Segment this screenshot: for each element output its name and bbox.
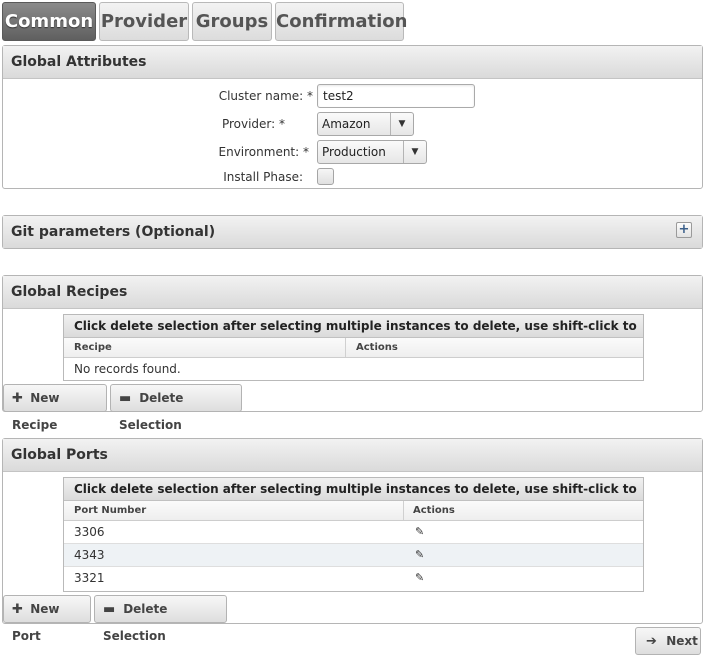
provider-select-value: Amazon [322, 117, 371, 131]
column-header-actions: Actions [356, 342, 398, 353]
next-label: Next [666, 634, 698, 648]
column-header-port-number[interactable]: Port Number [74, 501, 146, 520]
git-parameters-panel[interactable]: Git parameters (Optional) [2, 215, 703, 249]
tab-common[interactable]: Common [2, 2, 96, 41]
plus-icon: ✚ [12, 391, 23, 406]
environment-select[interactable]: Production ▼ [317, 140, 427, 164]
git-parameters-title: Git parameters (Optional) [3, 216, 702, 248]
install-phase-checkbox[interactable] [317, 168, 334, 185]
tab-confirmation[interactable]: Confirmation [275, 2, 407, 41]
port-number-cell: 3306 [74, 525, 105, 539]
pencil-icon[interactable]: ✎ [415, 544, 424, 566]
new-port-button[interactable]: ✚ New Port [3, 595, 91, 643]
chevron-down-icon: ▼ [390, 113, 413, 135]
empty-message: No records found. [74, 362, 181, 376]
environment-label: Environment: * [218, 145, 309, 159]
recipes-grid-header: Recipe Actions [64, 338, 643, 358]
delete-recipe-selection-button[interactable]: ▬ Delete Selection [110, 384, 242, 432]
port-number-cell: 4343 [74, 548, 105, 562]
global-recipes-title: Global Recipes [3, 276, 702, 309]
expand-plus-icon[interactable]: + [676, 222, 692, 238]
recipes-empty-row: No records found. [64, 358, 643, 381]
tab-provider[interactable]: Provider [99, 2, 189, 41]
recipes-grid: Click delete selection after selecting m… [63, 314, 644, 381]
environment-select-value: Production [322, 145, 386, 159]
next-button[interactable]: ➔ Next [635, 627, 701, 655]
cluster-name-input[interactable]: test2 [317, 84, 475, 108]
plus-icon: ✚ [12, 602, 23, 617]
recipes-grid-caption: Click delete selection after selecting m… [64, 315, 643, 355]
table-row[interactable]: 3321 ✎ [64, 567, 643, 590]
pencil-icon[interactable]: ✎ [415, 521, 424, 543]
ports-grid-caption: Click delete selection after selecting m… [64, 478, 643, 518]
tab-groups[interactable]: Groups [192, 2, 272, 41]
chevron-down-icon: ▼ [403, 141, 426, 163]
ports-grid-header: Port Number Actions [64, 501, 643, 521]
table-row[interactable]: 4343 ✎ [64, 544, 643, 567]
cluster-name-label: Cluster name: * [218, 89, 313, 103]
install-phase-label: Install Phase: [223, 170, 303, 184]
port-number-cell: 3321 [74, 571, 105, 585]
arrow-right-icon: ➔ [646, 634, 657, 649]
global-ports-title: Global Ports [3, 439, 702, 472]
provider-label: Provider: * [221, 117, 285, 131]
minus-icon: ▬ [119, 391, 132, 406]
minus-icon: ▬ [103, 602, 116, 617]
column-header-actions: Actions [413, 505, 455, 516]
column-header-recipe[interactable]: Recipe [74, 338, 112, 357]
delete-port-selection-button[interactable]: ▬ Delete Selection [94, 595, 227, 643]
pencil-icon[interactable]: ✎ [415, 567, 424, 589]
ports-grid: Click delete selection after selecting m… [63, 477, 644, 592]
table-row[interactable]: 3306 ✎ [64, 521, 643, 544]
provider-select[interactable]: Amazon ▼ [317, 112, 414, 136]
new-recipe-button[interactable]: ✚ New Recipe [3, 384, 107, 432]
global-attributes-title: Global Attributes [3, 46, 702, 79]
